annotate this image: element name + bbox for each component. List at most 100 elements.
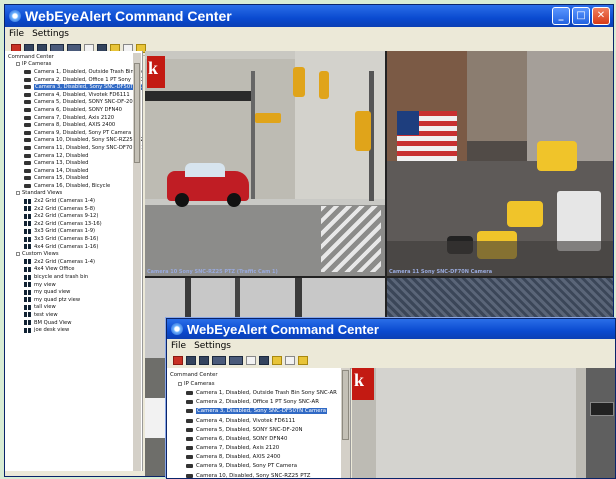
- tree-item-view[interactable]: my quad view: [5, 288, 142, 296]
- inset-toolbar: [167, 353, 615, 369]
- inset-tree-item-camera[interactable]: Camera 9, Disabled, Sony PT Camera: [167, 462, 350, 471]
- tree-item-view[interactable]: 3x3 Grid (Cameras 1-9): [5, 228, 142, 236]
- inset-tree-item-camera[interactable]: Camera 7, Disabled, Axis 2120: [167, 444, 350, 453]
- inset-tree-scrollbar-thumb[interactable]: [342, 370, 349, 440]
- tree-item-label: 2x2 Grid (Cameras 5-8): [34, 205, 96, 212]
- camera-icon: [186, 473, 193, 478]
- tree-item-label: Camera 1, Disabled, Outside Trash Bin So…: [34, 68, 142, 75]
- inset-tree-item-camera[interactable]: Camera 5, Disabled, SONY SNC-DF-20N: [167, 425, 350, 434]
- tree-item-camera[interactable]: Camera 6, Disabled, SONY DFN40: [5, 106, 142, 114]
- tree-item-label: test view: [34, 311, 58, 318]
- tree-item-view[interactable]: joe desk view: [5, 326, 142, 334]
- tree-item-view[interactable]: BM Quad View: [5, 319, 142, 327]
- grid-view-icon: [24, 259, 31, 265]
- inset-title-bar[interactable]: WebEyeAlert Command Center: [167, 319, 615, 339]
- inset-single-view-icon[interactable]: [246, 356, 256, 365]
- tree-item-camera[interactable]: Camera 13, Disabled: [5, 159, 142, 167]
- inset-camera-feed[interactable]: k: [352, 368, 615, 478]
- inset-menu-file[interactable]: File: [171, 341, 186, 351]
- inset-menu-settings[interactable]: Settings: [194, 341, 231, 351]
- minimize-button[interactable]: _: [552, 7, 570, 25]
- tree-item-label: Camera 3, Disabled, Sony SNC-DF50TN Came…: [34, 84, 142, 91]
- tree-scrollbar-thumb[interactable]: [134, 63, 140, 163]
- tree-item-camera[interactable]: Camera 3, Disabled, Sony SNC-DF50TN Came…: [5, 83, 142, 91]
- inset-tree-item-camera[interactable]: Camera 2, Disabled, Office 1 PT Sony SNC…: [167, 398, 350, 407]
- tree-item-camera[interactable]: Camera 5, Disabled, SONY SNC-DF-20N: [5, 99, 142, 107]
- tree-item-view[interactable]: bicycle and trash bin: [5, 273, 142, 281]
- tree-item-group[interactable]: IP Cameras: [5, 61, 142, 69]
- tree-item-camera[interactable]: Camera 8, Disabled, AXIS 2400: [5, 121, 142, 129]
- tree-item-label: Camera 9, Disabled, Sony PT Camera: [196, 463, 298, 470]
- title-bar[interactable]: WebEyeAlert Command Center _ □ ✕: [5, 5, 613, 27]
- tree-item-view[interactable]: tall view: [5, 304, 142, 312]
- tree-item-view[interactable]: my quad ptz view: [5, 296, 142, 304]
- inset-sequence-icon[interactable]: [259, 356, 269, 365]
- tree-item-camera[interactable]: Camera 7, Disabled, Axis 2120: [5, 114, 142, 122]
- inset-grid-1x1-icon[interactable]: [186, 356, 196, 365]
- camera-icon: [24, 69, 31, 74]
- maximize-button[interactable]: □: [572, 7, 590, 25]
- inset-grid-2x2-icon[interactable]: [199, 356, 209, 365]
- tree-item-group[interactable]: Custom Views: [5, 250, 142, 258]
- tree-item-view[interactable]: 2x2 Grid (Cameras 1-4): [5, 258, 142, 266]
- tree-item-camera[interactable]: Camera 9, Disabled, Sony PT Camera: [5, 129, 142, 137]
- inset-grid-4x4-icon[interactable]: [229, 356, 243, 365]
- tree-item-camera[interactable]: Camera 2, Disabled, Office 1 PT Sony SNC…: [5, 76, 142, 84]
- tree-item-view[interactable]: 2x2 Grid (Cameras 13-16): [5, 220, 142, 228]
- collapse-toggle-icon[interactable]: [16, 252, 20, 257]
- tree-item-view[interactable]: 3x3 Grid (Cameras 8-16): [5, 235, 142, 243]
- tree-item-camera[interactable]: Camera 10, Disabled, Sony SNC-RZ25 PTZ: [5, 137, 142, 145]
- inset-tree-item-camera[interactable]: Camera 10, Disabled, Sony SNC-RZ25 PTZ: [167, 471, 350, 478]
- menu-settings[interactable]: Settings: [32, 29, 69, 39]
- tree-item-group[interactable]: Standard Views: [5, 190, 142, 198]
- inset-add-icon[interactable]: [285, 356, 295, 365]
- tree-item-view[interactable]: my view: [5, 281, 142, 289]
- inset-alert-bell-icon[interactable]: [298, 356, 308, 365]
- tree-item-view[interactable]: 2x2 Grid (Cameras 9-12): [5, 212, 142, 220]
- tree-item-camera[interactable]: Camera 1, Disabled, Outside Trash Bin So…: [5, 68, 142, 76]
- grid-view-icon: [24, 221, 31, 227]
- tree-scrollbar[interactable]: [133, 53, 141, 471]
- tree-item-label: 2x2 Grid (Cameras 1-4): [34, 258, 96, 265]
- inset-tree-item-camera[interactable]: Camera 3, Disabled, Sony SNC-DF50TN Came…: [167, 407, 350, 416]
- camera-feed-1[interactable]: k Camera 10 Sony SNC-RZ25 PTZ (Traffic C…: [145, 51, 385, 276]
- inset-tree-item-group[interactable]: Command Center: [167, 370, 350, 379]
- menu-file[interactable]: File: [9, 29, 24, 39]
- tree-item-camera[interactable]: Camera 4, Disabled, Vivotek FD6111: [5, 91, 142, 99]
- collapse-toggle-icon[interactable]: [178, 381, 182, 386]
- camera-icon: [24, 115, 31, 120]
- camera-icon: [24, 130, 31, 135]
- store-sign-text: k: [148, 58, 159, 78]
- inset-tree-scrollbar[interactable]: [341, 368, 350, 478]
- camera-icon: [24, 85, 31, 90]
- inset-tree-item-camera[interactable]: Camera 1, Disabled, Outside Trash Bin So…: [167, 388, 350, 397]
- inset-tree-item-group[interactable]: IP Cameras: [167, 379, 350, 388]
- tree-item-view[interactable]: test view: [5, 311, 142, 319]
- tree-item-camera[interactable]: Camera 12, Disabled: [5, 152, 142, 160]
- tree-item-label: my view: [34, 281, 56, 288]
- tree-item-view[interactable]: 2x2 Grid (Cameras 1-4): [5, 197, 142, 205]
- inset-camera-tree[interactable]: Command Center IP Cameras Camera 1, Disabl…: [167, 368, 351, 478]
- tree-item-camera[interactable]: Camera 14, Disabled: [5, 167, 142, 175]
- tree-item-label: Camera 2, Disabled, Office 1 PT Sony SNC…: [34, 76, 143, 83]
- tree-item-camera[interactable]: Camera 15, Disabled: [5, 175, 142, 183]
- camera-feed-2[interactable]: Camera 11 Sony SNC-DF70N Camera: [387, 51, 613, 276]
- tree-item-group[interactable]: Command Center: [5, 53, 142, 61]
- inset-tree-item-camera[interactable]: Camera 8, Disabled, AXIS 2400: [167, 453, 350, 462]
- inset-grid-3x3-icon[interactable]: [212, 356, 226, 365]
- tree-item-view[interactable]: 2x2 Grid (Cameras 5-8): [5, 205, 142, 213]
- grid-view-icon: [24, 266, 31, 272]
- close-button[interactable]: ✕: [592, 7, 610, 25]
- inset-edit-icon[interactable]: [272, 356, 282, 365]
- inset-tree-item-camera[interactable]: Camera 4, Disabled, Vivotek FD6111: [167, 416, 350, 425]
- collapse-toggle-icon[interactable]: [16, 191, 20, 196]
- camera-tree[interactable]: Command Center IP Cameras Camera 1, Disabl…: [5, 51, 143, 471]
- tree-item-view[interactable]: 4x4 View Office: [5, 266, 142, 274]
- tree-item-camera[interactable]: Camera 16, Disabled, Bicycle: [5, 182, 142, 190]
- tree-item-camera[interactable]: Camera 11, Disabled, Sony SNC-DF70N Came…: [5, 144, 142, 152]
- tree-item-view[interactable]: 4x4 Grid (Cameras 1-16): [5, 243, 142, 251]
- inset-camera-red-icon[interactable]: [173, 356, 183, 365]
- inset-tree-item-camera[interactable]: Camera 6, Disabled, SONY DFN40: [167, 434, 350, 443]
- collapse-toggle-icon[interactable]: [16, 62, 20, 67]
- camera-icon: [186, 400, 193, 405]
